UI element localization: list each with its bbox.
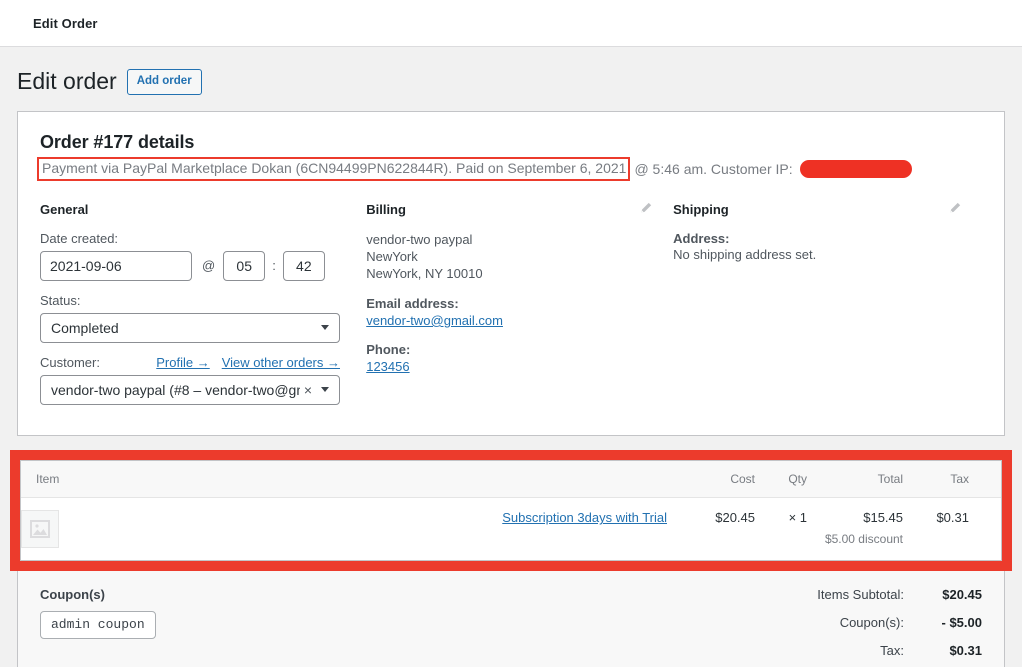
totals-value-coupons: - $5.00 (941, 615, 982, 631)
line-items-annotation-box: Item Cost Qty Total Tax Subscription 3da… (10, 449, 1012, 572)
customer-ip-redaction (799, 159, 912, 178)
customer-other-orders-link[interactable]: View other orders → (222, 355, 340, 370)
status-select-wrapper: Completed (40, 312, 340, 343)
totals-label-coupons: Coupon(s): (839, 615, 904, 631)
billing-phone-link[interactable]: 123456 (366, 359, 409, 374)
customer-links: Profile → View other orders → (156, 355, 340, 370)
order-columns: General Date created: @ : Status: Comple… (40, 202, 982, 417)
order-minute-input[interactable] (282, 250, 325, 281)
order-details-card: Order #177 details Payment via PayPal Ma… (17, 110, 1005, 436)
coupon-chip-admin-coupon[interactable]: admin coupon (40, 611, 156, 640)
edit-shipping-pencil-icon[interactable] (948, 201, 962, 215)
column-header-qty: Qty (755, 460, 807, 499)
billing-column: Billing vendor-two paypal NewYork NewYor… (366, 202, 673, 417)
totals-label-items-subtotal: Items Subtotal: (817, 587, 904, 603)
date-created-input[interactable] (40, 250, 192, 281)
billing-address-line-2: NewYork (366, 248, 418, 264)
product-placeholder-image-icon (21, 510, 59, 549)
customer-label-row: Customer: Profile → View other orders → (40, 355, 340, 370)
billing-heading: Billing (366, 201, 406, 217)
line-items-card: Item Cost Qty Total Tax Subscription 3da… (20, 459, 1002, 562)
customer-select[interactable]: vendor-two paypal (#8 – vendor-two@gmail… (40, 374, 340, 405)
line-item-cost: $20.45 (715, 510, 755, 526)
customer-label: Customer: (40, 354, 100, 370)
column-header-cost: Cost (667, 460, 755, 499)
status-select[interactable]: Completed (40, 312, 340, 343)
add-order-button[interactable]: Add order (126, 68, 202, 96)
date-created-label: Date created: (40, 230, 119, 246)
totals-row-items-subtotal: Items Subtotal: $20.45 (712, 587, 982, 602)
line-items-header: Item Cost Qty Total Tax (21, 460, 1001, 499)
column-header-item: Item (21, 460, 667, 499)
shipping-column: Shipping Address: No shipping address se… (673, 202, 982, 417)
customer-selected-value: vendor-two paypal (#8 – vendor-two@gmail… (51, 381, 300, 398)
date-at-symbol: @ (202, 258, 216, 274)
line-item-name-cell: Subscription 3days with Trial (83, 498, 667, 561)
billing-address-line-1: vendor-two paypal (366, 231, 473, 247)
billing-phone-label: Phone: (366, 341, 411, 357)
line-items-body: Subscription 3days with Trial $20.45 × 1… (21, 498, 1001, 561)
time-colon-separator: : (272, 258, 276, 274)
coupons-and-totals-card: Coupon(s) admin coupon Items Subtotal: $… (17, 571, 1005, 667)
general-heading: General (40, 201, 89, 217)
billing-email-link[interactable]: vendor-two@gmail.com (366, 313, 503, 328)
column-header-spacer (969, 460, 1001, 499)
line-item-spacer (969, 498, 1001, 561)
column-header-total: Total (807, 460, 903, 499)
payment-info-time: @ 5:46 am. Customer IP: (634, 160, 793, 177)
line-item-thumbnail-cell (21, 498, 83, 561)
payment-info-highlight: Payment via PayPal Marketplace Dokan (6C… (37, 156, 631, 181)
chevron-down-icon (321, 387, 329, 393)
chevron-down-icon (321, 325, 329, 331)
status-selected-value: Completed (51, 319, 119, 336)
coupons-section: Coupon(s) admin coupon (40, 587, 510, 667)
line-item-tax: $0.31 (936, 510, 969, 526)
shipping-address-label: Address: (673, 230, 730, 246)
image-icon (30, 520, 50, 539)
payment-info-line: Payment via PayPal Marketplace Dokan (6C… (37, 156, 982, 181)
page-header: Edit order Add order (0, 47, 1022, 111)
line-item-discount-note: $5.00 discount (824, 532, 903, 547)
shipping-address-value: No shipping address set. (673, 246, 817, 262)
order-details-title: Order #177 details (40, 131, 195, 152)
totals-value-tax: $0.31 (949, 643, 982, 659)
admin-page-label: Edit Order (33, 15, 98, 31)
general-column: General Date created: @ : Status: Comple… (40, 202, 366, 417)
line-item-product-link[interactable]: Subscription 3days with Trial (502, 510, 667, 525)
billing-address-line-3: NewYork, NY 10010 (366, 265, 483, 281)
line-item-total: $15.45 (863, 510, 903, 526)
order-hour-input[interactable] (223, 250, 266, 281)
shipping-heading: Shipping (673, 201, 729, 217)
status-label: Status: (40, 292, 81, 308)
billing-email-label: Email address: (366, 295, 459, 311)
line-items-table: Item Cost Qty Total Tax Subscription 3da… (21, 460, 1001, 561)
customer-profile-link[interactable]: Profile → (156, 355, 209, 370)
totals-value-items-subtotal: $20.45 (942, 587, 982, 603)
page-title: Edit order (17, 68, 117, 94)
totals-row-coupons: Coupon(s): - $5.00 (712, 615, 982, 630)
date-created-row: @ : (40, 250, 366, 281)
column-header-tax: Tax (903, 460, 969, 499)
table-header-row: Item Cost Qty Total Tax (21, 460, 1001, 499)
line-item-total-cell: $15.45 $5.00 discount (807, 498, 903, 561)
totals-row-tax: Tax: $0.31 (712, 643, 982, 658)
clear-customer-icon[interactable]: × (304, 383, 312, 397)
admin-top-bar: Edit Order (0, 0, 1022, 47)
line-item-qty: × 1 (788, 510, 807, 526)
edit-billing-pencil-icon[interactable] (639, 201, 653, 215)
table-row: Subscription 3days with Trial $20.45 × 1… (21, 498, 1001, 561)
coupons-heading: Coupon(s) (40, 587, 105, 603)
customer-select-wrapper: vendor-two paypal (#8 – vendor-two@gmail… (40, 374, 340, 405)
totals-label-tax: Tax: (880, 643, 904, 659)
order-totals-section: Items Subtotal: $20.45 Coupon(s): - $5.0… (712, 587, 982, 667)
